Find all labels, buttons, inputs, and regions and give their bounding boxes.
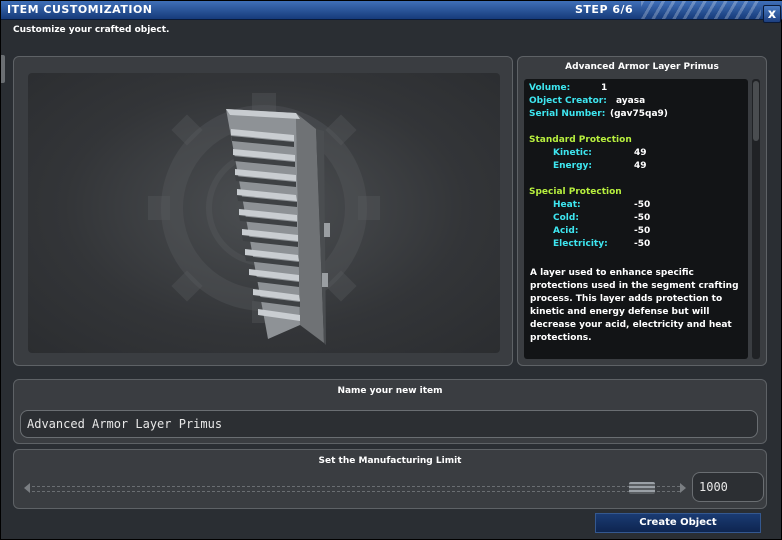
object-creator-value: ayasa [616,96,646,106]
info-scrollbar[interactable] [752,79,760,359]
info-scrollbar-thumb[interactable] [753,81,759,141]
volume-value: 1 [601,83,608,93]
item-info-title: Advanced Armor Layer Primus [565,62,719,72]
close-button[interactable]: x [763,5,781,23]
item-preview-viewport[interactable] [28,73,500,353]
step-indicator: STEP 6/6 [575,3,634,16]
item-info-body: Volume: 1 Object Creator: ayasa Serial N… [524,79,748,359]
electricity-label: Electricity: [553,239,608,249]
item-info-panel: Advanced Armor Layer Primus Volume: 1 Ob… [517,56,767,366]
slider-right-arrow-icon[interactable] [680,483,686,493]
title-bar[interactable]: ITEM CUSTOMIZATION STEP 6/6 [1,1,782,20]
manufacturing-limit-input[interactable]: 1000 [692,472,764,502]
name-item-panel: Name your new item Advanced Armor Layer … [13,379,767,444]
acid-value: -50 [634,226,651,236]
window-edge-handle [1,55,5,83]
manufacturing-limit-slider-thumb[interactable] [629,482,655,494]
energy-value: 49 [634,161,647,171]
item-preview-panel [13,56,513,366]
manufacturing-limit-label: Set the Manufacturing Limit [318,456,462,466]
acid-label: Acid: [553,226,579,236]
heat-value: -50 [634,200,651,210]
window-subtitle: Customize your crafted object. [13,25,170,35]
name-item-label: Name your new item [337,386,443,396]
kinetic-value: 49 [634,148,647,158]
slider-left-arrow-icon[interactable] [24,483,30,493]
kinetic-label: Kinetic: [553,148,592,158]
close-icon: x [767,7,777,22]
cold-label: Cold: [553,213,579,223]
cold-value: -50 [634,213,651,223]
energy-label: Energy: [553,161,593,171]
item-name-input[interactable]: Advanced Armor Layer Primus [20,410,758,438]
manufacturing-limit-panel: Set the Manufacturing Limit 1000 [13,449,767,509]
heat-label: Heat: [553,200,581,210]
create-object-button[interactable]: Create Object [595,513,761,533]
item-description: A layer used to enhance specific protect… [530,268,739,343]
special-protection-header: Special Protection [529,187,622,197]
item-customization-window: ITEM CUSTOMIZATION STEP 6/6 x Customize … [0,0,782,540]
object-creator-label: Object Creator: [529,96,607,106]
electricity-value: -50 [634,239,651,249]
armor-layer-model-icon [148,93,380,345]
serial-number-value: (gav75qa9) [610,109,668,119]
standard-protection-header: Standard Protection [529,135,632,145]
volume-label: Volume: [529,83,571,93]
window-title: ITEM CUSTOMIZATION [7,3,153,16]
serial-number-label: Serial Number: [529,109,606,119]
manufacturing-limit-slider-track[interactable] [32,486,680,492]
title-bar-decoration [641,1,761,19]
